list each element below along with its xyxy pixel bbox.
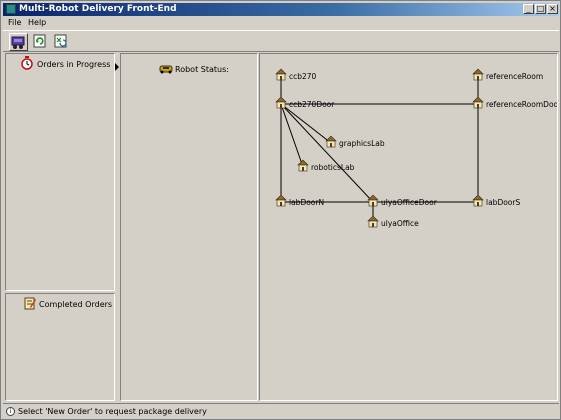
house-icon [275,194,287,207]
collapse-arrow-icon [115,63,119,71]
maximize-button[interactable]: □ [535,4,546,14]
map-node-referenceRoom[interactable]: referenceRoom [472,68,543,81]
map-node-label: ccb270Door [289,100,335,109]
reset-button[interactable] [52,33,71,51]
menu-file[interactable]: File [8,18,21,27]
map-node-label: ulyaOfficeDoor [381,198,438,207]
house-icon [297,159,309,172]
info-icon: i [6,407,15,416]
minimize-button[interactable]: _ [523,4,534,14]
map-node-ulyaOffice[interactable]: ulyaOffice [367,215,419,228]
map-panel: ccb270 referenceRoom ccb270Door referenceRo… [259,53,558,401]
house-icon [275,96,287,109]
map-node-label: graphicsLab [339,139,385,148]
app-window: Multi-Robot Delivery Front-End _ □ × Fil… [0,0,561,420]
refresh-button[interactable] [31,33,50,51]
map-edge [280,103,332,144]
status-text: Select 'New Order' to request package de… [18,407,207,416]
map-node-ulyaOfficeDoor[interactable]: ulyaOfficeDoor [367,194,438,207]
robot-cart-icon [11,36,25,49]
orders-in-progress-panel: Orders in Progress [5,53,115,291]
map-node-label: ulyaOffice [381,219,419,228]
toolbar [3,30,559,52]
clipboard-icon [24,297,36,310]
house-icon [472,96,484,109]
menu-bar: File Help [3,17,559,29]
map-node-label: referenceRoomDoor [486,100,557,109]
house-icon [275,68,287,81]
window-title: Multi-Robot Delivery Front-End [19,4,177,14]
house-icon [367,215,379,228]
new-order-button[interactable] [9,33,28,51]
map-edge [280,103,374,203]
map-node-label: labDoorN [289,198,324,207]
map-node-labDoorN[interactable]: labDoorN [275,194,324,207]
splitter-left[interactable] [115,53,119,401]
refresh-icon [33,34,46,48]
map-node-graphicsLab[interactable]: graphicsLab [325,135,385,148]
map-edge [280,103,304,168]
robot-status-panel: Robot Status: [120,53,258,401]
stopwatch-icon [21,56,33,70]
building-map[interactable]: ccb270 referenceRoom ccb270Door referenceRo… [260,54,557,400]
title-bar[interactable]: Multi-Robot Delivery Front-End _ □ × [3,3,559,16]
map-node-ccb270Door[interactable]: ccb270Door [275,96,335,109]
robot-status-label: Robot Status: [175,65,229,74]
app-icon [6,4,16,14]
map-node-label: roboticsLab [311,163,355,172]
house-icon [472,194,484,207]
house-icon [367,194,379,207]
completed-orders-label: Completed Orders [39,300,113,309]
house-icon [325,135,337,148]
house-icon [472,68,484,81]
map-node-label: ccb270 [289,72,317,81]
close-button[interactable]: × [547,4,558,14]
map-node-label: labDoorS [486,198,520,207]
map-node-ccb270[interactable]: ccb270 [275,68,317,81]
robot-icon [159,65,173,74]
status-bar: i Select 'New Order' to request package … [3,403,559,418]
map-node-roboticsLab[interactable]: roboticsLab [297,159,355,172]
reset-icon [54,34,67,48]
orders-in-progress-label: Orders in Progress [37,60,111,69]
map-node-labDoorS[interactable]: labDoorS [472,194,520,207]
menu-help[interactable]: Help [28,18,46,27]
map-node-referenceRoomDoor[interactable]: referenceRoomDoor [472,96,557,109]
completed-orders-panel: Completed Orders [5,293,115,401]
map-node-label: referenceRoom [486,72,543,81]
